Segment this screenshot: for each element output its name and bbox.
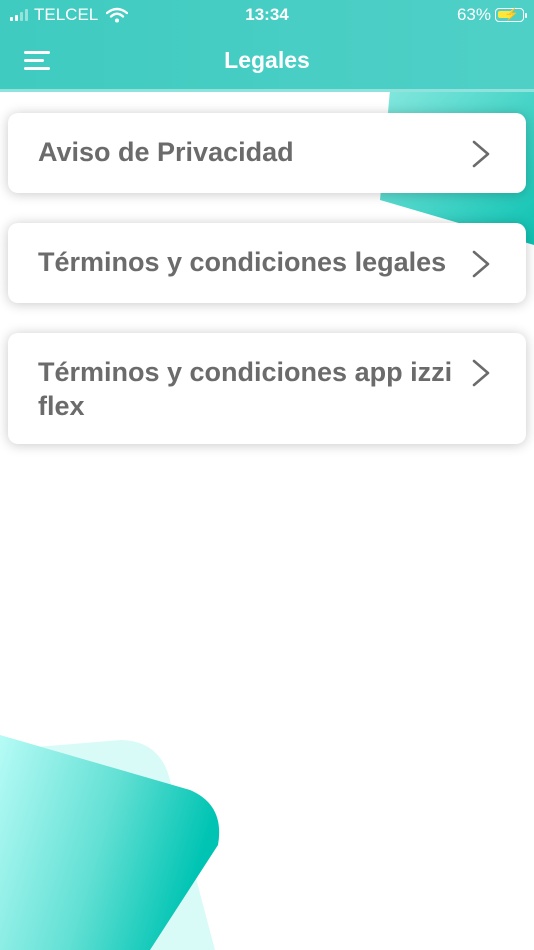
screen: 13:34 TELCEL 63% ⚡ Legales Aviso de Priv… — [0, 0, 534, 950]
decorative-shape-bottom-left — [0, 735, 220, 950]
status-right: 63% ⚡ — [456, 0, 527, 30]
battery-icon: ⚡ — [495, 7, 527, 22]
app-header: 13:34 TELCEL 63% ⚡ Legales — [0, 0, 534, 89]
list-item-label: Aviso de Privacidad — [38, 137, 294, 167]
list-item-label: Términos y condiciones app izzi flex — [38, 357, 453, 421]
list-item-aviso-privacidad[interactable]: Aviso de Privacidad — [8, 113, 526, 193]
list-item-label: Términos y condiciones legales — [38, 247, 447, 277]
header-divider — [0, 89, 534, 92]
signal-icon — [10, 9, 28, 21]
carrier-label: TELCEL — [34, 5, 99, 24]
battery-nub — [525, 13, 527, 18]
status-left: TELCEL — [10, 0, 129, 30]
chevron-right-icon — [472, 250, 490, 278]
charging-bolt-icon: ⚡ — [504, 7, 519, 21]
battery-percent: 63% — [456, 5, 491, 24]
page-title: Legales — [224, 47, 310, 73]
list-item-terminos-app[interactable]: Términos y condiciones app izzi flex — [8, 333, 526, 444]
chevron-right-icon — [472, 359, 490, 387]
list-item-terminos-legales[interactable]: Términos y condiciones legales — [8, 223, 526, 303]
chevron-right-icon — [472, 140, 490, 168]
decorative-shape-bottom-left-back — [0, 740, 215, 950]
wifi-icon — [106, 7, 129, 23]
